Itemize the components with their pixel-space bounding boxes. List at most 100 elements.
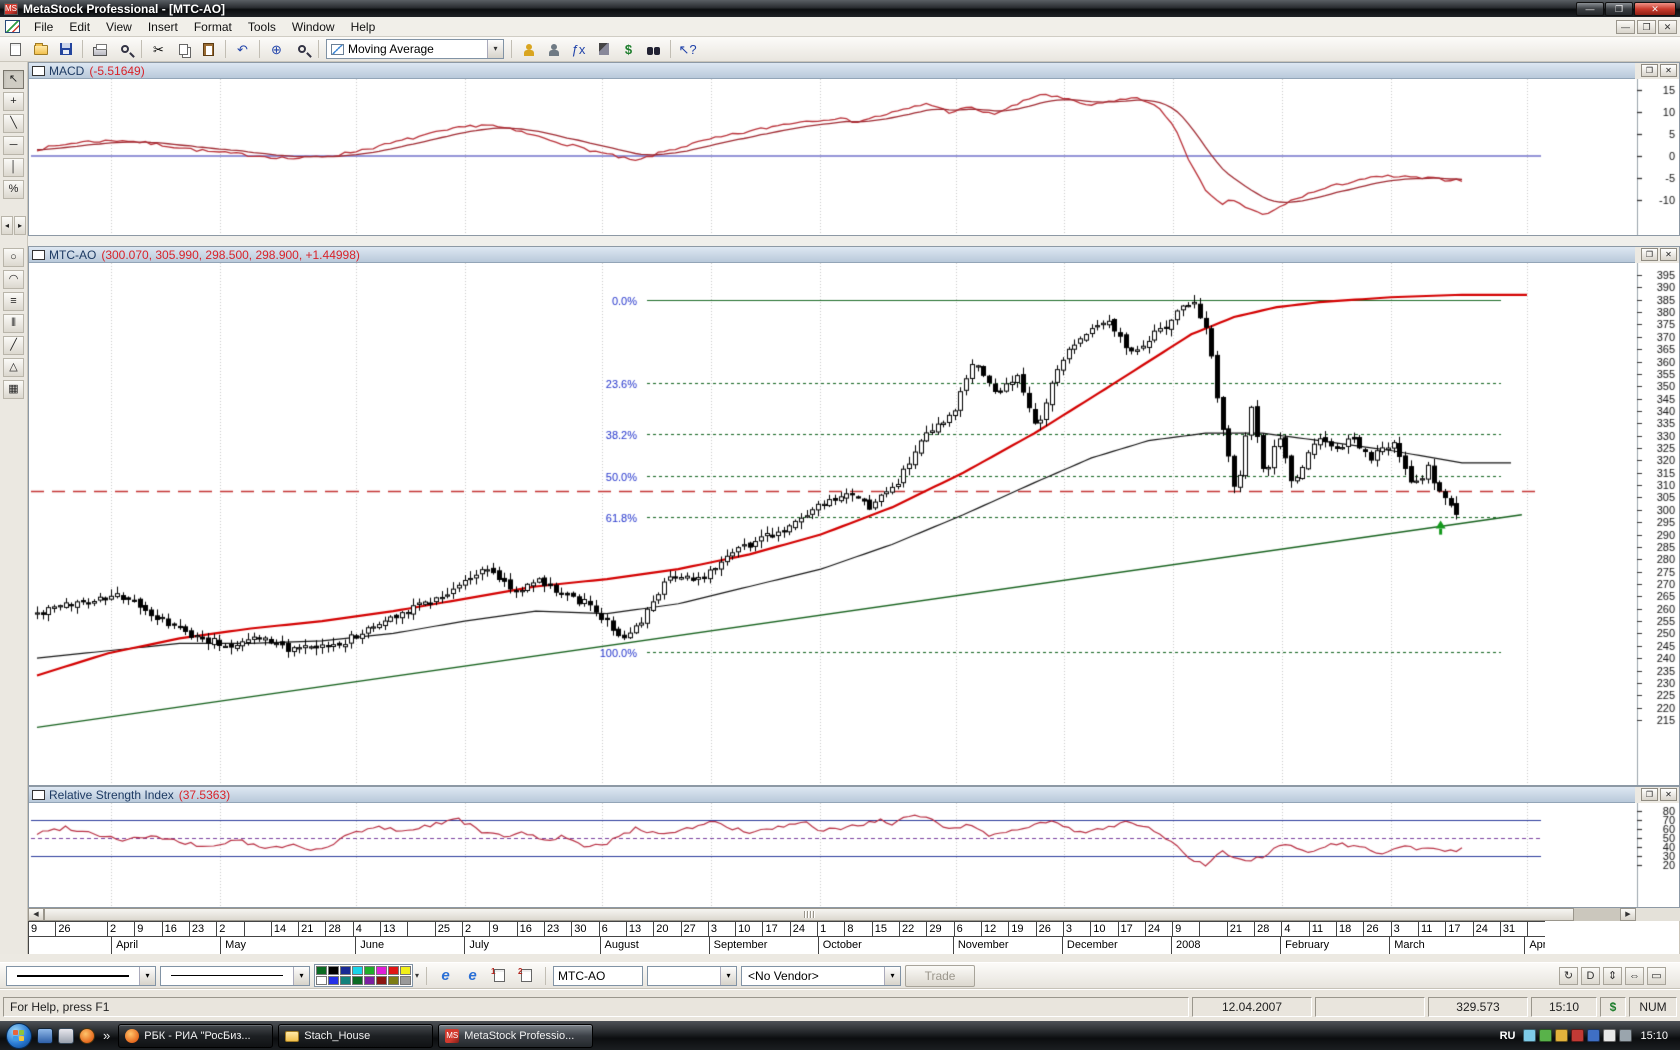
zoom-chart-button[interactable]	[290, 38, 313, 60]
menu-file[interactable]: File	[26, 18, 61, 36]
scroll-right-arrow[interactable]: ▶	[1620, 908, 1636, 922]
layout-page-2-button[interactable]: 2	[515, 965, 538, 987]
macd-panel-header[interactable]: MACD (-5.51649)	[29, 63, 1635, 80]
indicator-quicklist-dropdown[interactable]: Moving Average ▾	[326, 39, 504, 60]
price-close-button[interactable]: ✕	[1660, 248, 1677, 262]
trade-button[interactable]: Trade	[905, 964, 976, 987]
display-icon[interactable]	[1587, 1029, 1601, 1043]
fit-horizontal-button[interactable]: ⇔	[1625, 966, 1644, 985]
undo-button[interactable]: ↶	[231, 38, 254, 60]
ellipse-tool[interactable]: ○	[3, 248, 24, 268]
dropdown-arrow-icon[interactable]: ▾	[487, 40, 503, 59]
fibonacci-retracement-tool[interactable]: ≡	[3, 292, 24, 312]
price-chart[interactable]	[29, 263, 1679, 786]
crosshair-pointer-button[interactable]: ⊕	[265, 38, 288, 60]
menu-view[interactable]: View	[98, 18, 140, 36]
macd-chart[interactable]	[29, 79, 1679, 236]
rsi-restore-button[interactable]: ❐	[1641, 788, 1658, 802]
child-minimize-button[interactable]: —	[1616, 19, 1635, 34]
paste-button[interactable]	[197, 38, 220, 60]
switch-windows-icon[interactable]	[58, 1027, 74, 1044]
color-swatch[interactable]	[388, 976, 399, 986]
child-close-button[interactable]: ✕	[1658, 19, 1677, 34]
scroll-left-arrow[interactable]: ◀	[28, 908, 44, 922]
print-preview-button[interactable]	[113, 38, 136, 60]
taskbar-button-folder[interactable]: Stach_House	[278, 1023, 434, 1048]
palette-dropdown-arrow[interactable]: ▾	[415, 971, 419, 980]
panel-splitter[interactable]	[28, 236, 1680, 247]
price-panel-header[interactable]: MTC-AO (300.070, 305.990, 298.500, 298.9…	[29, 247, 1635, 264]
restore-button[interactable]: ❐	[1605, 1, 1633, 16]
context-help-button[interactable]: ↖?	[676, 38, 699, 60]
layout-page-1-button[interactable]: 1	[488, 965, 511, 987]
usb-icon[interactable]	[1619, 1029, 1633, 1043]
start-button[interactable]	[6, 1022, 32, 1049]
web-browser-button-2[interactable]: e	[461, 965, 484, 987]
color-swatch[interactable]	[376, 976, 387, 986]
symbol-input[interactable]: MTC-AO	[553, 965, 644, 986]
indicator-builder-button[interactable]: ƒx	[567, 38, 590, 60]
menu-edit[interactable]: Edit	[61, 18, 98, 36]
horizontal-scrollbar[interactable]: ◀ ▶	[28, 908, 1680, 922]
period-dropdown[interactable]: ▾	[647, 965, 738, 986]
layout-button[interactable]: ▭	[1647, 966, 1666, 985]
explorer-button[interactable]	[642, 38, 665, 60]
line-weight-dropdown[interactable]: ▾	[160, 965, 310, 986]
language-indicator[interactable]: RU	[1496, 1029, 1520, 1043]
expert-commentary-button[interactable]	[542, 38, 565, 60]
print-button[interactable]	[88, 38, 111, 60]
color-swatch[interactable]	[316, 966, 327, 976]
color-palette[interactable]	[314, 964, 413, 988]
arc-tool[interactable]: ◠	[3, 270, 24, 290]
menu-window[interactable]: Window	[284, 18, 343, 36]
scrollbar-thumb[interactable]	[44, 908, 1574, 922]
gann-tool[interactable]: △	[3, 358, 24, 378]
fit-vertical-button[interactable]: ⇕	[1603, 966, 1622, 985]
taskbar-button-firefox[interactable]: РБК - РИА "РосБиз...	[118, 1023, 274, 1048]
rsi-panel-header[interactable]: Relative Strength Index (37.5363)	[29, 787, 1635, 804]
color-swatch[interactable]	[400, 966, 411, 976]
optionscope-button[interactable]: $	[617, 38, 640, 60]
taskbar-clock[interactable]: 15:10	[1640, 1030, 1668, 1042]
close-button[interactable]: ✕	[1634, 1, 1676, 16]
open-button[interactable]	[29, 38, 52, 60]
color-swatch[interactable]	[340, 966, 351, 976]
menu-help[interactable]: Help	[343, 18, 384, 36]
new-chart-button[interactable]	[4, 38, 27, 60]
rsi-chart[interactable]	[29, 803, 1679, 908]
macd-restore-button[interactable]: ❐	[1641, 64, 1658, 78]
pager-previous-button[interactable]: ◂	[1, 216, 13, 236]
copy-button[interactable]	[172, 38, 195, 60]
cycle-lines-tool[interactable]: ⦀	[3, 314, 24, 334]
color-swatch[interactable]	[352, 976, 363, 986]
color-swatch[interactable]	[364, 966, 375, 976]
rsi-close-button[interactable]: ✕	[1660, 788, 1677, 802]
horizontal-line-tool[interactable]: ─	[3, 136, 24, 156]
volume-icon[interactable]	[1603, 1029, 1617, 1043]
macd-close-button[interactable]: ✕	[1660, 64, 1677, 78]
firefox-quicklaunch-icon[interactable]	[79, 1027, 95, 1044]
color-swatch[interactable]	[388, 966, 399, 976]
color-swatch[interactable]	[352, 966, 363, 976]
expert-advisor-button[interactable]	[517, 38, 540, 60]
trendline-up-tool[interactable]: ╱	[3, 336, 24, 356]
minimize-button[interactable]: —	[1576, 1, 1604, 16]
line-style-dropdown[interactable]: ▾	[6, 965, 156, 986]
color-swatch[interactable]	[316, 976, 327, 986]
web-browser-button-1[interactable]: e	[434, 965, 457, 987]
periodicity-daily-button[interactable]: D	[1581, 966, 1600, 985]
percent-tool[interactable]: %	[3, 180, 24, 200]
menu-insert[interactable]: Insert	[140, 18, 186, 36]
trendline-tool[interactable]: ╲	[3, 114, 24, 134]
shield-icon[interactable]	[1539, 1029, 1553, 1043]
taskbar-button-metastock[interactable]: MS MetaStock Professio...	[438, 1023, 594, 1048]
price-restore-button[interactable]: ❐	[1641, 248, 1658, 262]
update-icon[interactable]	[1555, 1029, 1569, 1043]
menu-format[interactable]: Format	[186, 18, 240, 36]
refresh-button[interactable]: ↻	[1559, 966, 1578, 985]
chart-window-icon[interactable]	[5, 20, 20, 34]
color-swatch[interactable]	[328, 966, 339, 976]
crosshair-tool[interactable]: +	[3, 92, 24, 112]
color-swatch[interactable]	[364, 976, 375, 986]
network-icon[interactable]	[1523, 1029, 1537, 1043]
